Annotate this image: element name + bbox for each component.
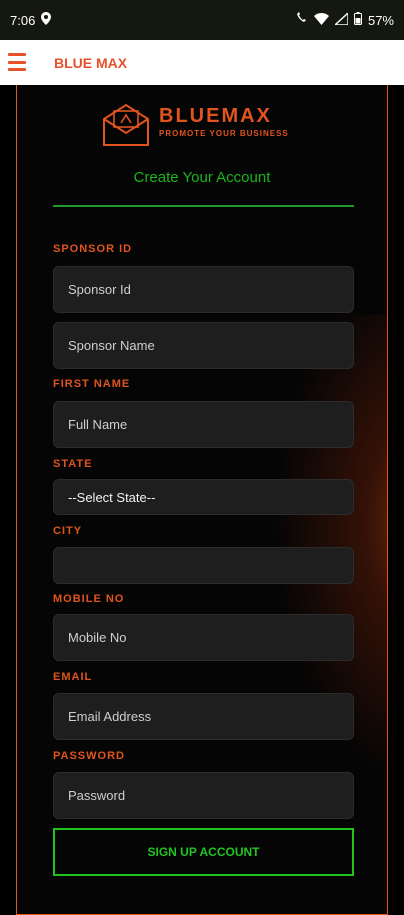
state-label: STATE: [53, 458, 93, 470]
email-input[interactable]: Email Address: [53, 693, 354, 740]
signup-panel: BLUEMAX PROMOTE YOUR BUSINESS Create You…: [16, 85, 388, 915]
mobile-label: MOBILE NO: [53, 593, 125, 605]
password-label: PASSWORD: [53, 750, 125, 762]
status-bar: 7:06 57%: [0, 0, 404, 40]
sign-up-button[interactable]: SIGN UP ACCOUNT: [53, 828, 354, 876]
full-name-input[interactable]: Full Name: [53, 401, 354, 448]
status-time: 7:06: [10, 12, 36, 28]
page-title: Create Your Account: [133, 169, 271, 186]
bluemax-logo: BLUEMAX PROMOTE YOUR BUSINESS: [101, 103, 311, 151]
app-bar: BLUE MAX: [0, 40, 404, 85]
wifi-icon: [313, 12, 329, 28]
email-label: EMAIL: [53, 671, 93, 683]
mobile-input[interactable]: Mobile No: [53, 614, 354, 661]
battery-percent: 57%: [367, 12, 394, 28]
envelope-logo-icon: [103, 103, 149, 146]
menu-icon[interactable]: [8, 53, 26, 71]
battery-icon: [353, 12, 362, 28]
location-icon: [41, 12, 52, 28]
first-name-label: FIRST NAME: [53, 378, 131, 390]
heading-divider: [53, 205, 354, 207]
wifi-calling-icon: [294, 11, 308, 29]
logo-tagline: PROMOTE YOUR BUSINESS: [159, 129, 289, 138]
password-input[interactable]: Password: [53, 772, 354, 819]
state-select[interactable]: --Select State--: [53, 479, 354, 515]
city-label: CITY: [53, 525, 83, 537]
sponsor-name-input[interactable]: Sponsor Name: [53, 322, 354, 369]
logo-text: BLUEMAX: [159, 105, 272, 127]
city-input[interactable]: [53, 547, 354, 584]
app-title: BLUE MAX: [54, 55, 128, 71]
signal-icon: [333, 10, 349, 28]
sponsor-id-label: SPONSOR ID: [53, 243, 133, 255]
sponsor-id-input[interactable]: Sponsor Id: [53, 266, 354, 313]
